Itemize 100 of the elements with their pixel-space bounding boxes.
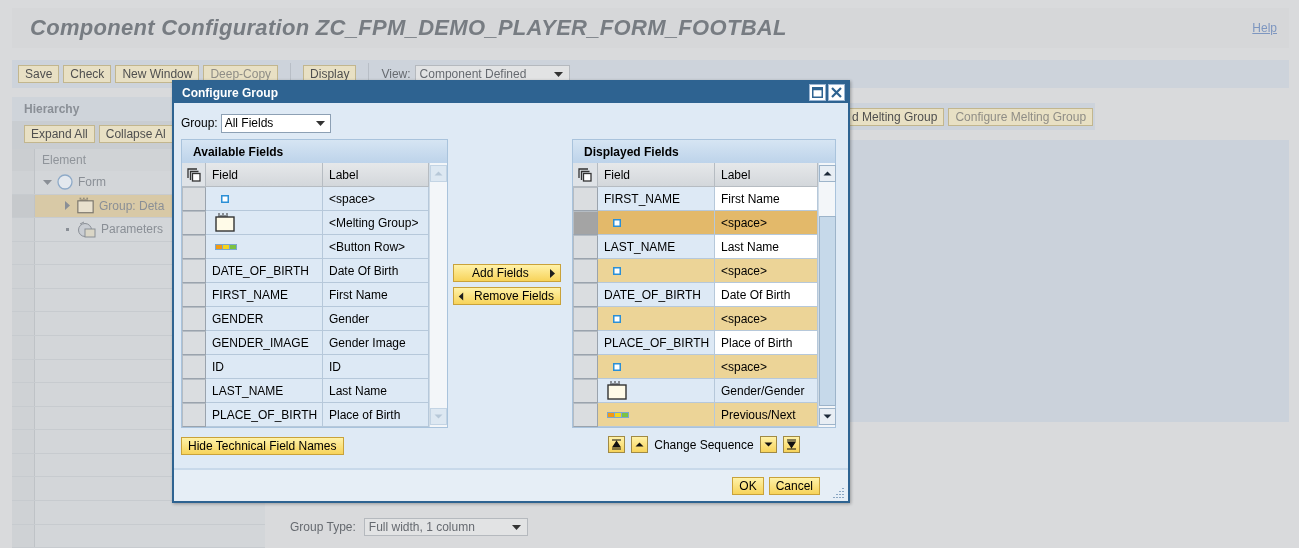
page-title: Component Configuration ZC_FPM_DEMO_PLAYER_FORM_FOOTBAL <box>30 15 787 41</box>
row-selector[interactable] <box>573 235 598 259</box>
column-header: Label <box>715 163 818 187</box>
parameters-icon <box>77 220 96 238</box>
resize-grip-icon[interactable] <box>833 486 845 498</box>
toolbar-button[interactable]: Check <box>63 65 112 83</box>
toolbar-button[interactable]: Save <box>18 65 60 83</box>
table-cell: Last Name <box>715 235 818 259</box>
row-selector[interactable] <box>573 403 598 427</box>
move-down-button[interactable] <box>759 436 777 453</box>
square-icon <box>613 266 621 275</box>
table-cell: GENDER_IMAGE <box>206 331 323 355</box>
scroll-up-button[interactable] <box>818 165 836 182</box>
column-header: Field <box>598 163 715 187</box>
row-selector[interactable] <box>12 241 35 265</box>
row-selector[interactable] <box>573 187 598 211</box>
up-arrow-icon <box>635 440 645 449</box>
row-selector[interactable] <box>182 403 206 427</box>
table-cell: <Melting Group> <box>323 211 429 235</box>
row-selector[interactable] <box>12 171 35 194</box>
scroll-down-button[interactable] <box>818 408 836 425</box>
hide-names-button[interactable]: Hide Technical Field Names <box>181 437 344 455</box>
row-selector[interactable] <box>12 453 35 477</box>
row-selector[interactable] <box>12 312 35 335</box>
row-selector[interactable] <box>182 211 206 235</box>
maximize-button[interactable] <box>809 84 826 101</box>
columns-icon[interactable] <box>578 167 592 182</box>
table-cell: GENDER <box>206 307 323 331</box>
square-icon <box>613 314 621 323</box>
group-type-dropdown[interactable]: Full width, 1 column <box>363 518 528 536</box>
row-selector[interactable] <box>573 307 598 331</box>
table-cell: Gender Image <box>323 331 429 355</box>
row-selector[interactable] <box>573 331 598 355</box>
caret-icon <box>315 120 325 126</box>
row-selector[interactable] <box>182 355 206 379</box>
down-arrow-icon <box>822 412 832 421</box>
row-selector[interactable] <box>182 187 206 211</box>
table-cell: ID <box>206 355 323 379</box>
row-selector[interactable] <box>12 265 35 288</box>
table-cell: <space> <box>715 211 818 235</box>
expanded-icon <box>43 177 52 187</box>
row-selector[interactable] <box>182 235 206 259</box>
cancel-button[interactable]: Cancel <box>768 476 820 495</box>
table-cell: <space> <box>715 307 818 331</box>
columns-icon[interactable] <box>186 167 201 182</box>
row-selector[interactable] <box>573 283 598 307</box>
tree-label: Group: Deta <box>99 198 165 213</box>
table-cell: First Name <box>323 283 429 307</box>
toolbar-button[interactable]: New Window <box>115 65 200 83</box>
down-arrow-icon <box>434 412 443 421</box>
button-strip-icon <box>215 243 237 250</box>
table-cell: DATE_OF_BIRTH <box>598 283 715 307</box>
maximize-icon <box>812 87 823 98</box>
tree-button[interactable]: Expand All <box>24 124 95 143</box>
table-cell: DATE_OF_BIRTH <box>206 259 323 283</box>
scrollbar[interactable] <box>818 163 835 427</box>
close-button[interactable] <box>828 84 845 101</box>
row-selector[interactable] <box>12 383 35 406</box>
row-selector[interactable] <box>182 307 206 331</box>
row-selector[interactable] <box>12 359 35 383</box>
scroll-thumb[interactable] <box>818 216 836 406</box>
row-selector[interactable] <box>182 259 206 283</box>
square-icon <box>613 362 621 371</box>
row-selector[interactable] <box>12 336 35 359</box>
table-cell: First Name <box>715 187 818 211</box>
tree-button[interactable]: Collapse Al <box>98 124 173 143</box>
row-selector[interactable] <box>12 500 35 524</box>
remove-fields-button[interactable]: Remove Fields <box>453 287 561 305</box>
row-selector[interactable] <box>182 283 206 307</box>
caret-icon <box>553 71 563 77</box>
row-selector[interactable] <box>12 194 35 218</box>
table-cell: Place of Birth <box>715 331 818 355</box>
table-cell: FIRST_NAME <box>598 187 715 211</box>
row-selector[interactable] <box>12 288 35 312</box>
table-title: Available Fields <box>182 140 447 163</box>
group-dropdown[interactable]: All Fields <box>220 113 331 133</box>
row-selector[interactable] <box>12 524 35 548</box>
row-selector[interactable] <box>573 379 598 403</box>
table-cell: Date Of Birth <box>715 283 818 307</box>
move-up-button[interactable] <box>631 436 649 453</box>
row-selector[interactable] <box>12 218 35 241</box>
add-fields-button[interactable]: Add Fields <box>453 264 561 282</box>
row-selector[interactable] <box>573 259 598 283</box>
right-arrow-icon <box>548 268 557 278</box>
view-label: View: <box>381 67 411 81</box>
row-selector[interactable] <box>182 379 206 403</box>
move-bottom-icon <box>785 439 797 450</box>
row-selector[interactable] <box>182 331 206 355</box>
move-top-button[interactable] <box>608 436 626 453</box>
row-selector[interactable] <box>573 355 598 379</box>
row-selector[interactable] <box>12 406 35 430</box>
row-selector[interactable] <box>12 477 35 500</box>
row-selector[interactable] <box>573 211 598 235</box>
move-bottom-button[interactable] <box>782 436 800 453</box>
ok-button[interactable]: OK <box>732 476 764 495</box>
table-cell: <Button Row> <box>323 235 429 259</box>
up-arrow-icon <box>822 169 832 178</box>
close-icon <box>831 87 842 98</box>
table-cell: PLACE_OF_BIRTH <box>206 403 323 427</box>
row-selector[interactable] <box>12 430 35 453</box>
